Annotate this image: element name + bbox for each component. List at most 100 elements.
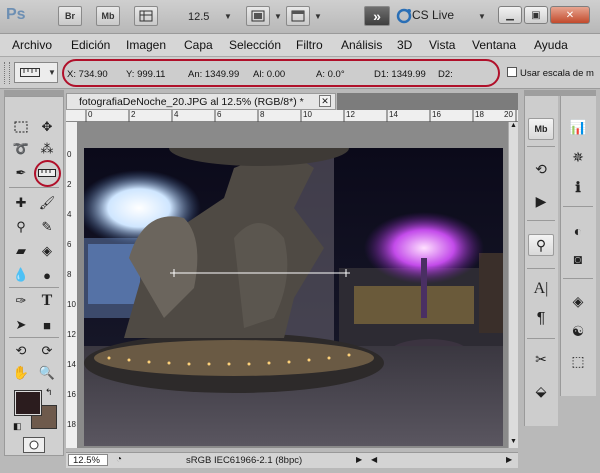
channels-panel-icon[interactable]: ☯ [565, 320, 591, 342]
ruler-left-label: 12 [67, 330, 76, 339]
swap-colors-icon[interactable]: ↰ [45, 387, 53, 398]
ruler-tool-highlight [34, 160, 61, 187]
chevron-down-icon[interactable]: ▼ [224, 12, 232, 21]
menu-filtro[interactable]: Filtro [296, 38, 323, 52]
tools-panel: ✥ ➰ ⁂ ✒ ✚ 🖌 ⚲ ✎ ▰ ◈ 💧 ● ✑ T ➤ ■ ⟲ ⟳ ✋ 🔍 … [4, 96, 64, 456]
cs-live-menu[interactable]: CS Live [412, 8, 454, 22]
panel-divider [563, 206, 593, 207]
tab-bar-empty [337, 93, 518, 110]
mini-bridge-button[interactable]: Mb [96, 6, 120, 26]
minimize-button[interactable]: ▁ [498, 6, 522, 24]
clone-source-panel-icon[interactable]: ⚲ [528, 234, 554, 256]
menu-ayuda[interactable]: Ayuda [534, 38, 568, 52]
zoom-level[interactable]: 12.5 [188, 11, 209, 23]
layers-panel-icon[interactable]: ◈ [565, 290, 591, 312]
status-info-icon[interactable]: ◔ [116, 454, 122, 465]
scale-checkbox-label: Usar escala de m [520, 68, 594, 79]
paint-bucket-icon[interactable]: ◈ [35, 241, 59, 261]
ruler-top-label: 10 [303, 110, 312, 119]
path-selection-icon[interactable]: ➤ [9, 315, 33, 335]
scale-checkbox[interactable] [507, 67, 517, 77]
status-bar: 12.5% ◔ sRGB IEC61966-2.1 (8bpc) ▶ ◀ ▶ [66, 452, 518, 468]
options-bar: ▼ X: 734.90 Y: 999.11 An: 1349.99 Al: 0.… [0, 57, 600, 89]
brush-icon[interactable]: 🖌 [35, 193, 59, 213]
pen-icon[interactable]: ✑ [9, 291, 33, 311]
move-icon[interactable]: ✥ [35, 117, 59, 137]
guides-button[interactable] [134, 6, 158, 26]
actions-panel-icon[interactable]: ▶ [528, 190, 554, 212]
scroll-down-icon[interactable]: ▼ [509, 438, 518, 448]
scroll-up-icon[interactable]: ▲ [509, 122, 518, 132]
menu-seleccion[interactable]: Selección [229, 38, 281, 52]
close-button[interactable]: ✕ [550, 6, 590, 24]
scroll-left-icon[interactable]: ◀ [371, 455, 377, 464]
night-fountain-photo[interactable] [84, 148, 503, 446]
character-panel-icon[interactable]: A| [528, 278, 554, 300]
eraser-icon[interactable]: ▰ [9, 241, 33, 261]
dodge-icon[interactable]: ● [35, 265, 59, 285]
chevron-down-icon[interactable]: ▼ [314, 12, 322, 21]
masks-panel-icon[interactable]: ◙ [565, 248, 591, 270]
ruler-top-label: 2 [131, 110, 136, 119]
type-icon[interactable]: T [35, 291, 59, 311]
menu-ventana[interactable]: Ventana [472, 38, 516, 52]
scroll-right-icon[interactable]: ▶ [506, 455, 512, 464]
status-zoom-field[interactable]: 12.5% [68, 454, 108, 466]
menu-3d[interactable]: 3D [397, 38, 412, 52]
collapsed-panels-column-2: 📊 ✵ ℹ ◐ ◙ ◈ ☯ ⬚ [560, 96, 596, 396]
chevron-down-icon[interactable]: ▼ [478, 12, 486, 21]
arrange-button[interactable] [246, 6, 270, 26]
history-panel-icon[interactable]: ⟲ [528, 158, 554, 180]
vertical-scrollbar[interactable]: ▲ ▼ [508, 122, 518, 448]
ruler-top[interactable]: 0 2 4 6 8 10 12 14 16 18 20 [66, 110, 518, 122]
marquee-icon[interactable] [9, 117, 33, 137]
close-document-icon[interactable]: ✕ [319, 95, 331, 107]
mini-bridge-panel-button[interactable]: Mb [528, 118, 554, 140]
restore-button[interactable]: ▣ [524, 6, 548, 24]
zoom-icon[interactable]: 🔍 [35, 363, 59, 383]
menu-bar: Archivo Edición Imagen Capa Selección Fi… [0, 34, 600, 57]
lasso-icon[interactable]: ➰ [9, 139, 33, 159]
3d-panel-icon[interactable]: ⬙ [528, 380, 554, 402]
tool-preset-picker[interactable]: ▼ [14, 62, 58, 83]
tool-presets-panel-icon[interactable]: ✂ [528, 348, 554, 370]
tools-divider [9, 287, 59, 288]
default-colors-icon[interactable]: ◧ [13, 421, 22, 432]
shape-icon[interactable]: ■ [35, 315, 59, 335]
menu-imagen[interactable]: Imagen [126, 38, 166, 52]
quick-mask-button[interactable] [23, 437, 45, 453]
menu-capa[interactable]: Capa [184, 38, 213, 52]
3d-orbit-icon[interactable]: ⟳ [35, 341, 59, 361]
ruler-left-label: 14 [67, 360, 76, 369]
info-panel-icon[interactable]: ℹ [565, 176, 591, 198]
ruler-top-label: 18 [475, 110, 484, 119]
clone-stamp-icon[interactable]: ⚲ [9, 217, 33, 237]
magic-wand-icon[interactable]: ⁂ [35, 139, 59, 159]
paths-panel-icon[interactable]: ⬚ [565, 350, 591, 372]
blur-icon[interactable]: 💧 [9, 265, 33, 285]
status-menu-arrow[interactable]: ▶ [356, 455, 362, 464]
histogram-panel-icon[interactable]: 📊 [565, 116, 591, 138]
workspace-forward-button[interactable]: » [364, 6, 390, 26]
healing-brush-icon[interactable]: ✚ [9, 193, 33, 213]
foreground-color-swatch[interactable] [14, 390, 42, 416]
navigator-panel-icon[interactable]: ✵ [565, 146, 591, 168]
adjustments-panel-icon[interactable]: ◐ [565, 220, 591, 242]
hand-icon[interactable]: ✋ [9, 363, 33, 383]
paragraph-panel-icon[interactable]: ¶ [528, 308, 554, 330]
3d-rotate-icon[interactable]: ⟲ [9, 341, 33, 361]
eyedropper-icon[interactable]: ✒ [9, 163, 33, 183]
menu-vista[interactable]: Vista [429, 38, 455, 52]
bridge-button[interactable]: Br [58, 6, 82, 26]
menu-analisis[interactable]: Análisis [341, 38, 382, 52]
document-tab[interactable]: fotografiaDeNoche_20.JPG al 12.5% (RGB/8… [66, 93, 336, 110]
menu-edicion[interactable]: Edición [71, 38, 110, 52]
ruler-left[interactable]: 0 2 4 6 8 10 12 14 16 18 [66, 122, 78, 448]
chevron-down-icon: ▼ [48, 68, 56, 77]
menu-archivo[interactable]: Archivo [12, 38, 52, 52]
chevron-down-icon[interactable]: ▼ [274, 12, 282, 21]
screen-mode-button[interactable] [286, 6, 310, 26]
status-color-profile: sRGB IEC61966-2.1 (8bpc) [186, 455, 303, 466]
options-grip[interactable] [4, 62, 10, 84]
history-brush-icon[interactable]: ✎ [35, 217, 59, 237]
